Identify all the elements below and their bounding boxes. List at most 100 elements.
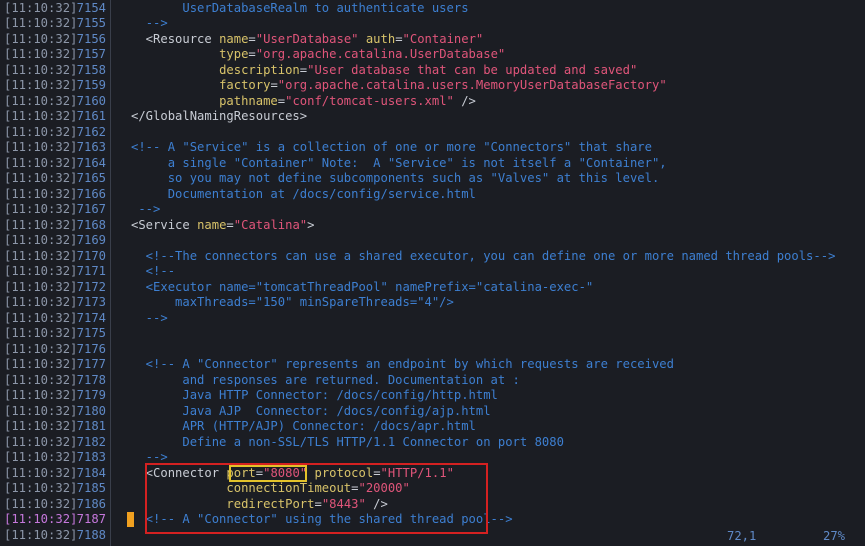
- line-number: 7174: [76, 310, 106, 325]
- code-text: description="User database that can be u…: [109, 63, 637, 79]
- code-text: <Resource name="UserDatabase" auth="Cont…: [109, 31, 484, 48]
- line-number: 7172: [76, 279, 106, 294]
- code-token: "UserDatabase": [255, 31, 359, 46]
- code-token: Java AJP Connector: /docs/config/ajp.htm…: [109, 403, 491, 418]
- timestamp: [11:10:32]: [4, 264, 78, 278]
- timestamp: [11:10:32]: [4, 341, 78, 356]
- code-text: <!-- A "Connector" represents an endpoin…: [109, 357, 674, 373]
- code-token: <!-- A "Service" is a collection of one …: [109, 140, 652, 154]
- code-text: <!-- A "Service" is a collection of one …: [109, 140, 652, 156]
- code-token: <Executor name="tomcatThreadPool" namePr…: [109, 279, 594, 294]
- timestamp: [11:10:32]: [4, 109, 78, 123]
- code-text: Java AJP Connector: /docs/config/ajp.htm…: [109, 403, 491, 420]
- timestamp: [11:10:32]: [4, 93, 78, 108]
- code-token: name: [219, 31, 249, 46]
- timestamp: [11:10:32]: [4, 202, 78, 216]
- timestamp: [11:10:32]: [4, 140, 78, 154]
- code-text: UserDatabaseRealm to authenticate users: [109, 0, 469, 17]
- code-token: <Resource: [109, 31, 220, 46]
- timestamp: [11:10:32]: [4, 481, 78, 495]
- code-text: <Executor name="tomcatThreadPool" namePr…: [109, 279, 594, 296]
- code-text: so you may not define subcomponents such…: [109, 171, 660, 187]
- timestamp: [11:10:32]: [4, 403, 78, 418]
- timestamp: [11:10:32]: [4, 16, 78, 30]
- code-token: "org.apache.catalina.UserDatabase": [255, 47, 506, 61]
- code-text: Define a non-SSL/TLS HTTP/1.1 Connector …: [109, 435, 564, 451]
- timestamp: [11:10:32]: [4, 62, 78, 77]
- code-text: -->: [109, 16, 168, 32]
- connector-highlight-box: [145, 463, 488, 534]
- timestamp: [11:10:32]: [4, 171, 78, 185]
- line-number: 7168: [76, 217, 106, 232]
- timestamp: [11:10:32]: [4, 465, 78, 480]
- code-token: description: [219, 62, 300, 77]
- terminal-editor[interactable]: [11:10:32] 7154 UserDatabaseRealm to auth…: [0, 0, 865, 546]
- line-number: 7178: [76, 372, 106, 387]
- code-token: </GlobalNamingResources>: [109, 109, 308, 123]
- code-text: -->: [109, 202, 160, 218]
- code-token: -->: [145, 16, 168, 30]
- code-text: and responses are returned. Documentatio…: [109, 373, 520, 389]
- line-number: 7166: [76, 186, 106, 201]
- code-token: type: [219, 47, 249, 61]
- code-token: =: [277, 93, 286, 108]
- code-token: <!--: [109, 264, 176, 278]
- code-token: <!--The connectors can use a shared exec…: [109, 248, 836, 263]
- code-token: Define a non-SSL/TLS HTTP/1.1 Connector …: [109, 434, 564, 449]
- line-number: 7173: [76, 295, 106, 309]
- line-number: 7187: [76, 512, 106, 526]
- code-text: -->: [109, 311, 168, 327]
- line-number: 7154: [76, 0, 106, 15]
- scroll-percent: 27%: [823, 529, 846, 543]
- code-token: name: [197, 217, 227, 232]
- timestamp: [11:10:32]: [4, 527, 78, 542]
- code-token: "conf/tomcat-users.xml": [285, 93, 454, 108]
- code-token: =: [226, 217, 234, 232]
- code-text: Documentation at /docs/config/service.ht…: [109, 187, 476, 203]
- line-number: 7167: [76, 202, 106, 216]
- line-number: 7184: [76, 465, 106, 480]
- code-token: "org.apache.catalina.users.MemoryUserDat…: [277, 78, 667, 92]
- code-token: a single "Container" Note: A "Service" i…: [109, 155, 667, 170]
- code-token: "Catalina": [233, 217, 308, 232]
- timestamp: [11:10:32]: [4, 496, 78, 511]
- line-number: 7163: [76, 140, 106, 154]
- code-token: maxThreads="150" minSpareThreads="4"/>: [109, 295, 454, 309]
- line-number: 7185: [76, 481, 106, 495]
- line-number: 7182: [76, 434, 106, 449]
- timestamp: [11:10:32]: [4, 388, 78, 402]
- code-token: auth: [365, 31, 396, 46]
- code-text: maxThreads="150" minSpareThreads="4"/>: [109, 295, 454, 311]
- code-token: Java HTTP Connector: /docs/config/http.h…: [109, 388, 498, 402]
- code-text: a single "Container" Note: A "Service" i…: [109, 156, 667, 172]
- code-token: =: [395, 31, 403, 46]
- timestamp: [11:10:32]: [4, 279, 78, 294]
- code-token: UserDatabaseRealm to authenticate users: [182, 0, 469, 15]
- code-text: factory="org.apache.catalina.users.Memor…: [109, 78, 667, 94]
- line-number: 7155: [76, 16, 106, 30]
- line-number: 7188: [76, 527, 106, 542]
- code-text: APR (HTTP/AJP) Connector: /docs/apr.html: [109, 419, 476, 435]
- cursor-position: 72,1: [727, 529, 757, 543]
- line-number: 7183: [76, 450, 106, 464]
- line-number: 7169: [76, 233, 106, 247]
- line-number: 7164: [76, 155, 106, 170]
- timestamp: [11:10:32]: [4, 450, 78, 464]
- code-token: =: [248, 47, 256, 61]
- code-text: type="org.apache.catalina.UserDatabase": [109, 47, 505, 63]
- port-highlight-box: [229, 465, 307, 482]
- code-token: <!-- A "Connector" represents an endpoin…: [109, 357, 674, 371]
- line-number: 7159: [76, 78, 106, 92]
- code-text: <Service name="Catalina">: [109, 218, 314, 234]
- timestamp: [11:10:32]: [4, 217, 78, 232]
- timestamp: [11:10:32]: [4, 155, 78, 170]
- line-number: 7160: [76, 93, 106, 108]
- line-number: 7157: [76, 47, 106, 61]
- code-text: <!--: [109, 264, 175, 280]
- line-number: 7176: [76, 341, 106, 356]
- timestamp: [11:10:32]: [4, 372, 78, 387]
- line-number: 7179: [76, 388, 106, 402]
